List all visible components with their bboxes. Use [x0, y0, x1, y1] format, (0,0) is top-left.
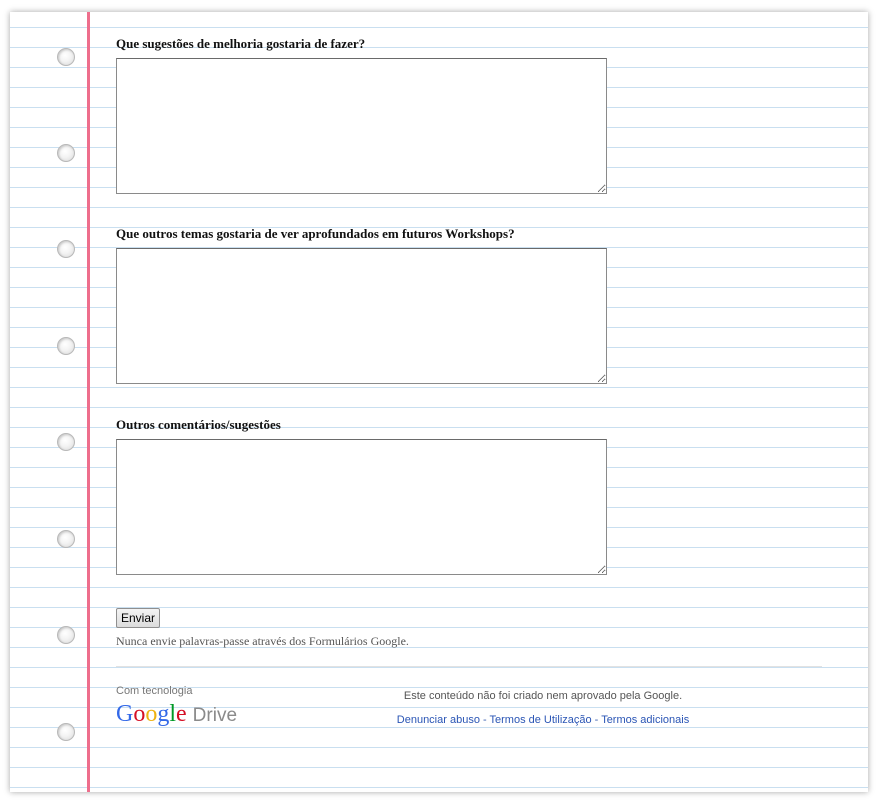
link-separator: - [479, 714, 490, 726]
google-wordmark-letter: o [145, 701, 158, 727]
binder-hole [57, 433, 75, 451]
powered-by-label: Com tecnologia [116, 685, 193, 697]
link-separator: - [591, 714, 602, 726]
binder-hole [57, 240, 75, 258]
suggestions-textarea[interactable] [116, 58, 607, 194]
notebook-paper: Que sugestões de melhoria gostaria de fa… [10, 12, 868, 792]
footer-links: Denunciar abuso - Termos de Utilização -… [355, 714, 731, 726]
google-wordmark-letter: e [176, 701, 187, 727]
password-warning: Nunca envie palavras-passe através dos F… [116, 634, 409, 648]
binder-hole [57, 337, 75, 355]
footer-divider [116, 666, 822, 667]
binder-hole [57, 530, 75, 548]
submit-button[interactable]: Enviar [116, 608, 161, 628]
binder-hole [57, 48, 75, 66]
google-wordmark: Google [116, 701, 187, 727]
binder-hole [57, 144, 75, 162]
disclaimer-text: Este conteúdo não foi criado nem aprovad… [403, 690, 683, 702]
binder-hole [57, 626, 75, 644]
drive-wordmark: Drive [192, 705, 238, 726]
terms-of-use-link[interactable]: Termos de Utilização [490, 714, 592, 726]
other-comments-textarea[interactable] [116, 439, 607, 575]
google-wordmark-letter: g [157, 701, 170, 727]
additional-terms-link[interactable]: Termos adicionais [601, 714, 689, 726]
margin-line [87, 12, 90, 792]
google-wordmark-letter: o [133, 701, 146, 727]
report-abuse-link[interactable]: Denunciar abuso [397, 714, 480, 726]
google-wordmark-letter: l [169, 701, 177, 727]
binder-hole [57, 723, 75, 741]
future-topics-textarea[interactable] [116, 248, 607, 384]
question-title-suggestions: Que sugestões de melhoria gostaria de fa… [116, 36, 366, 51]
google-wordmark-letter: G [116, 701, 134, 727]
google-drive-logo[interactable]: Google Drive [116, 700, 237, 730]
question-title-other-comments: Outros comentários/sugestões [116, 417, 281, 432]
question-title-future-topics: Que outros temas gostaria de ver aprofun… [116, 226, 515, 241]
